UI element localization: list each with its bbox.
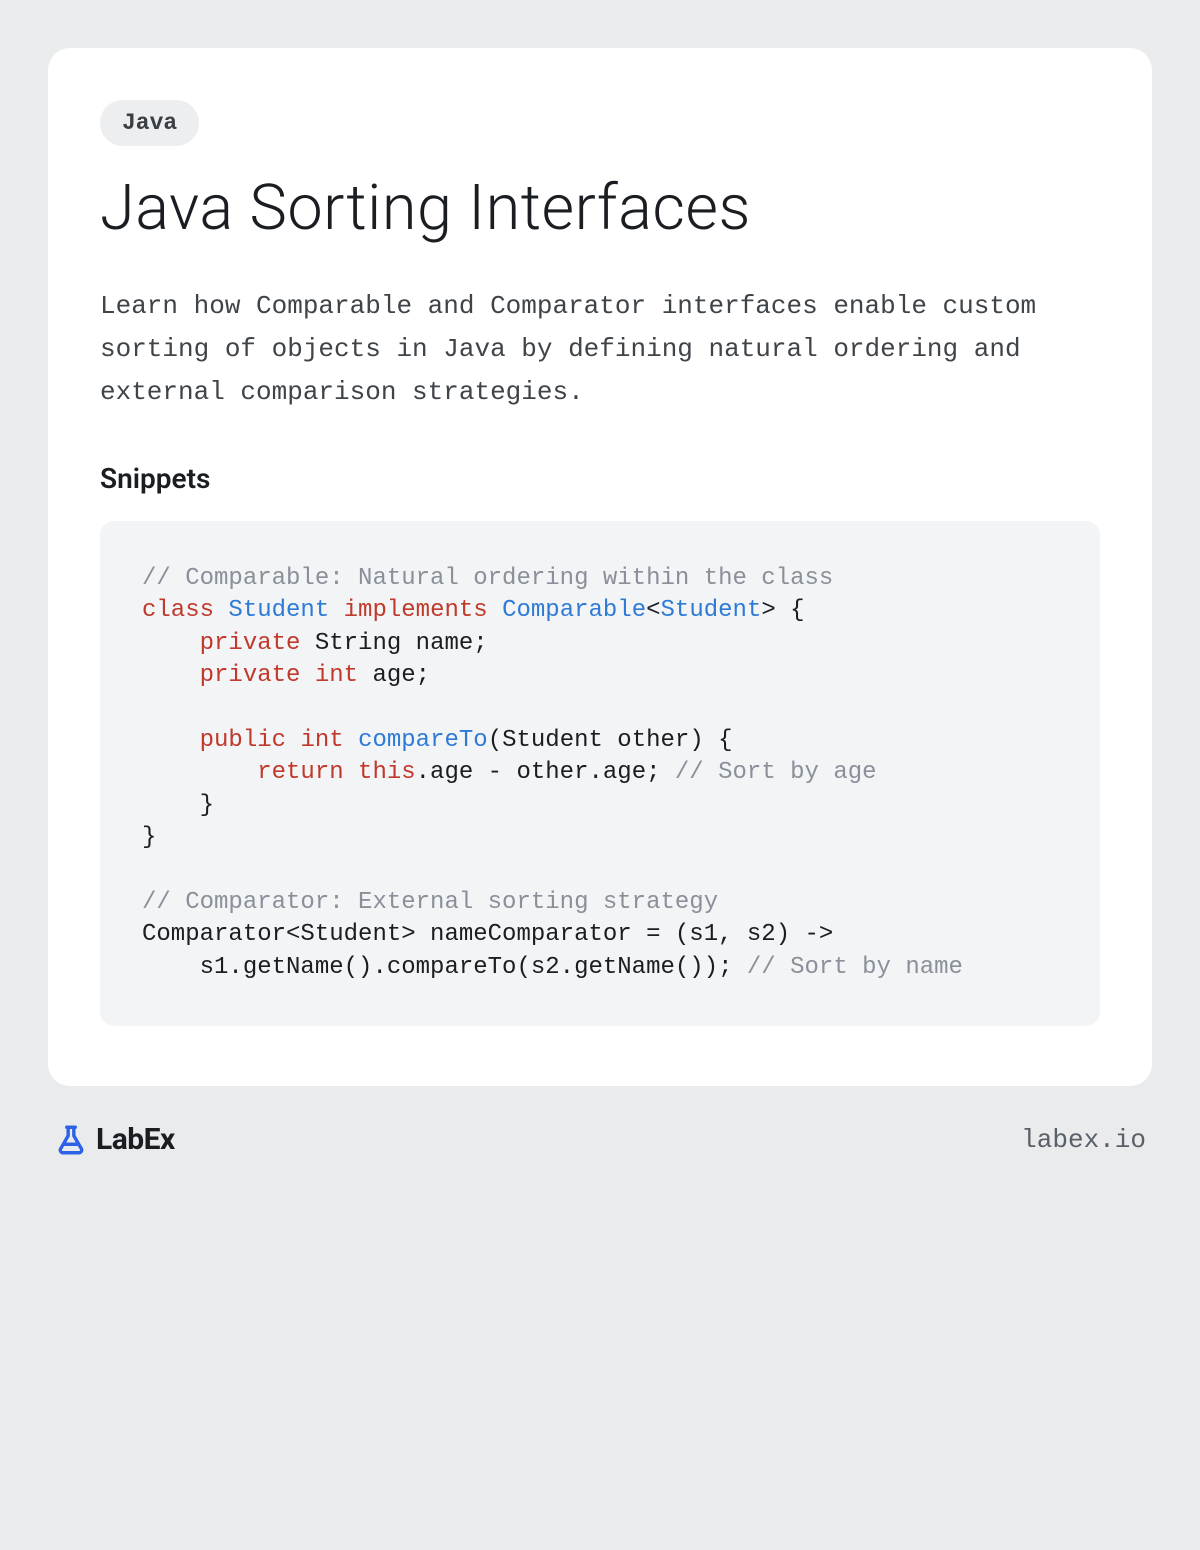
code-comment: // Sort by age: [675, 759, 877, 786]
code-comment: // Comparable: Natural ordering within t…: [142, 565, 833, 592]
code-keyword: int: [300, 727, 343, 754]
code-type: Comparable: [502, 597, 646, 624]
code-keyword: return: [257, 759, 343, 786]
site-url: labex.io: [1021, 1125, 1146, 1155]
code-text: name;: [401, 630, 487, 657]
code-text: age;: [358, 662, 430, 689]
code-keyword: int: [315, 662, 358, 689]
code-keyword: private: [200, 662, 301, 689]
brand-logo: LabEx: [54, 1122, 175, 1157]
snippets-heading: Snippets: [100, 462, 1100, 495]
code-text: > {: [761, 597, 804, 624]
code-text: s1.getName().compareTo(s2.getName());: [142, 954, 747, 981]
code-keyword: implements: [344, 597, 488, 624]
code-type: Student: [661, 597, 762, 624]
content-card: Java Java Sorting Interfaces Learn how C…: [48, 48, 1152, 1086]
code-function: compareTo: [358, 727, 488, 754]
code-comment: // Sort by name: [747, 954, 963, 981]
code-snippet: // Comparable: Natural ordering within t…: [100, 521, 1100, 1026]
code-text: Comparator<Student> nameComparator = (s1…: [142, 921, 833, 948]
code-keyword: private: [200, 630, 301, 657]
code-type: Student: [228, 597, 329, 624]
code-text: .age - other.age;: [416, 759, 675, 786]
code-keyword: this: [358, 759, 416, 786]
code-text: (Student other) {: [488, 727, 733, 754]
code-text: }: [142, 824, 156, 851]
code-keyword: public: [200, 727, 286, 754]
code-comment: // Comparator: External sorting strategy: [142, 889, 718, 916]
code-keyword: class: [142, 597, 214, 624]
page-footer: LabEx labex.io: [48, 1122, 1152, 1157]
flask-icon: [54, 1123, 88, 1157]
description-text: Learn how Comparable and Comparator inte…: [100, 285, 1100, 414]
page-title: Java Sorting Interfaces: [100, 174, 1100, 243]
brand-name: LabEx: [96, 1122, 175, 1157]
code-text: }: [142, 792, 214, 819]
language-tag: Java: [100, 100, 199, 146]
code-text: String: [315, 630, 401, 657]
